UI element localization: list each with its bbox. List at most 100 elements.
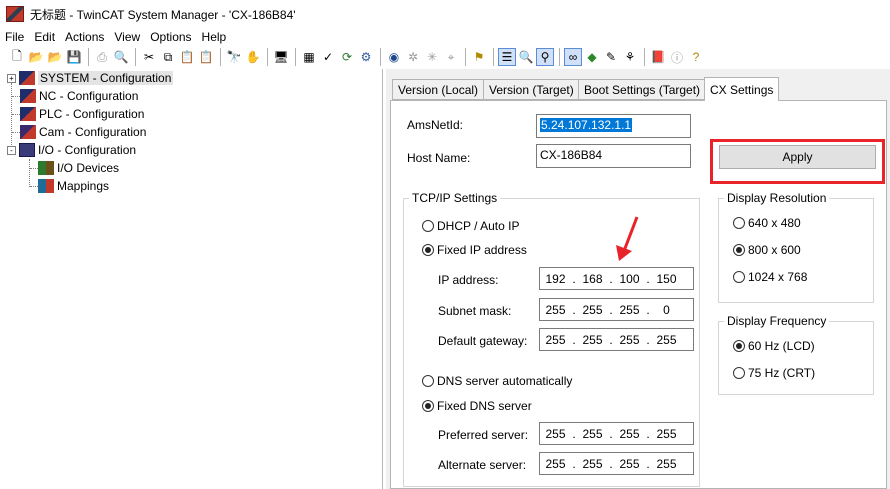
radio-label: 75 Hz (CRT) xyxy=(748,366,816,380)
ip-octet: 255 xyxy=(545,302,566,317)
ip-octet: 255 xyxy=(656,332,677,347)
open-folder-icon[interactable]: 📂 xyxy=(27,48,45,66)
radio-label: Fixed DNS server xyxy=(437,399,532,413)
tree-item-label: SYSTEM - Configuration xyxy=(38,71,174,85)
expand-icon[interactable]: + xyxy=(7,73,16,83)
menu-options[interactable]: Options xyxy=(145,30,196,44)
tree-item-nc[interactable]: NC - Configuration xyxy=(20,87,138,105)
dns-auto-radio[interactable]: DNS server automatically xyxy=(422,374,572,388)
apply-button[interactable]: Apply xyxy=(719,145,876,169)
frequency-75-radio[interactable]: 75 Hz (CRT) xyxy=(733,366,815,380)
tree-item-label: I/O Devices xyxy=(57,161,120,175)
ip-address-label: IP address: xyxy=(438,273,499,287)
paste-special-icon[interactable]: 📋 xyxy=(197,48,215,66)
tree-item-plc[interactable]: PLC - Configuration xyxy=(20,105,144,123)
default-gateway-field[interactable]: 255. 255. 255. 255 xyxy=(539,328,694,351)
restart-icon[interactable]: ⟳ xyxy=(338,48,356,66)
group-title: Display Resolution xyxy=(724,191,830,205)
preferred-server-field[interactable]: 255. 255. 255. 255 xyxy=(539,422,694,445)
tree-item-system[interactable]: + SYSTEM - Configuration xyxy=(7,69,174,87)
list-view-icon[interactable]: ☰ xyxy=(498,48,516,66)
new-file-icon[interactable]: 🗋 xyxy=(8,48,26,66)
ip-address-field[interactable]: 192. 168. 100. 150 xyxy=(539,267,694,290)
check-icon[interactable]: ✓ xyxy=(319,48,337,66)
tree-line xyxy=(12,96,20,97)
open-icon[interactable]: 📂 xyxy=(46,48,64,66)
nc-config-icon xyxy=(20,89,36,103)
tab-version-local[interactable]: Version (Local) xyxy=(392,79,485,100)
tcpip-settings-group: TCP/IP Settings DHCP / Auto IP Fixed IP … xyxy=(403,191,700,487)
resolution-640-radio[interactable]: 640 x 480 xyxy=(733,216,801,230)
print-preview-icon[interactable]: 🔍 xyxy=(112,48,130,66)
print-icon[interactable]: ⎙ xyxy=(93,48,111,66)
copy-icon[interactable]: ⧉ xyxy=(159,48,177,66)
tab-version-target[interactable]: Version (Target) xyxy=(483,79,580,100)
ip-octet: 0 xyxy=(663,302,670,317)
resolution-800-radio[interactable]: 800 x 600 xyxy=(733,243,801,257)
menu-file[interactable]: File xyxy=(0,30,29,44)
stop-icon[interactable]: ✎ xyxy=(602,48,620,66)
tree-item-cam[interactable]: Cam - Configuration xyxy=(20,123,146,141)
tree-item-mappings[interactable]: Mappings xyxy=(38,177,109,195)
subnet-mask-field[interactable]: 255. 255. 255. 0 xyxy=(539,298,694,321)
info-icon[interactable]: ⓘ xyxy=(668,48,686,66)
dns-fixed-radio[interactable]: Fixed DNS server xyxy=(422,399,532,413)
toolbar-separator xyxy=(88,48,89,66)
ip-octet: 255 xyxy=(619,302,640,317)
fixed-ip-radio[interactable]: Fixed IP address xyxy=(422,243,527,257)
zoom-icon[interactable]: 🔍 xyxy=(517,48,535,66)
amsnetid-value: 5.24.107.132.1.1 xyxy=(540,118,633,132)
frequency-60-radio[interactable]: 60 Hz (LCD) xyxy=(733,339,815,353)
window-title: 无标题 - TwinCAT System Manager - 'CX-186B8… xyxy=(30,7,296,22)
radio-selected-icon xyxy=(422,244,434,256)
menu-actions[interactable]: Actions xyxy=(60,30,109,44)
amsnetid-field[interactable]: 5.24.107.132.1.1 xyxy=(536,114,691,138)
menu-view[interactable]: View xyxy=(109,30,145,44)
hostname-label: Host Name: xyxy=(407,151,471,165)
find-icon[interactable]: 🔭 xyxy=(225,48,243,66)
group-title: TCP/IP Settings xyxy=(409,191,501,205)
help-book-icon[interactable]: 📕 xyxy=(649,48,667,66)
hand-icon[interactable]: ✋ xyxy=(244,48,262,66)
tree-item-io[interactable]: - I/O - Configuration xyxy=(7,141,136,159)
radio-icon xyxy=(733,367,745,379)
display-frequency-group: Display Frequency 60 Hz (LCD) 75 Hz (CRT… xyxy=(718,314,874,395)
menu-bar: File Edit Actions View Options Help xyxy=(0,28,890,45)
bookmark-icon[interactable]: ⚑ xyxy=(470,48,488,66)
scan-icon[interactable]: ⌖ xyxy=(442,48,460,66)
tools-icon[interactable]: ✳ xyxy=(423,48,441,66)
ip-octet: 255 xyxy=(545,332,566,347)
activate-icon[interactable]: ▦ xyxy=(300,48,318,66)
collapse-icon[interactable]: - xyxy=(7,145,16,155)
subnet-mask-label: Subnet mask: xyxy=(438,304,512,318)
debug-icon[interactable]: ⚲ xyxy=(536,48,554,66)
tree-line xyxy=(30,186,38,187)
tree-item-io-devices[interactable]: I/O Devices xyxy=(38,159,119,177)
default-gateway-label: Default gateway: xyxy=(438,334,528,348)
alternate-server-field[interactable]: 255. 255. 255. 255 xyxy=(539,452,694,475)
glasses-icon[interactable]: ∞ xyxy=(564,48,582,66)
dhcp-radio[interactable]: DHCP / Auto IP xyxy=(422,219,519,233)
tree-line xyxy=(29,159,30,187)
target-icon[interactable]: 🖥 xyxy=(272,48,290,66)
radio-icon xyxy=(733,217,745,229)
ip-octet: 255 xyxy=(619,426,640,441)
tab-boot-settings[interactable]: Boot Settings (Target) xyxy=(578,79,707,100)
config-icon[interactable]: ⚙ xyxy=(357,48,375,66)
title-bar: 无标题 - TwinCAT System Manager - 'CX-186B8… xyxy=(0,0,890,28)
run-icon[interactable]: ◆ xyxy=(583,48,601,66)
settings-icon[interactable]: ✲ xyxy=(404,48,422,66)
tree-icon[interactable]: ⚘ xyxy=(621,48,639,66)
save-icon[interactable]: 💾 xyxy=(65,48,83,66)
paste-icon[interactable]: 📋 xyxy=(178,48,196,66)
help-icon[interactable]: ? xyxy=(687,48,705,66)
preferred-server-label: Preferred server: xyxy=(438,428,529,442)
radio-icon xyxy=(733,271,745,283)
hostname-field[interactable]: CX-186B84 xyxy=(536,144,691,168)
menu-help[interactable]: Help xyxy=(197,30,232,44)
menu-edit[interactable]: Edit xyxy=(29,30,60,44)
tab-cx-settings[interactable]: CX Settings xyxy=(704,77,780,101)
cut-icon[interactable]: ✂ xyxy=(140,48,158,66)
resolution-1024-radio[interactable]: 1024 x 768 xyxy=(733,270,807,284)
network-icon[interactable]: ◉ xyxy=(385,48,403,66)
